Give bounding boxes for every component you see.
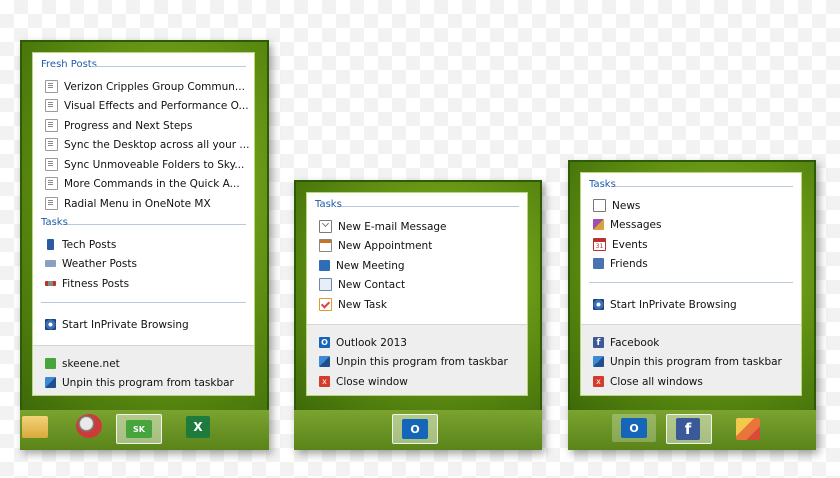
- task-tech-posts[interactable]: Tech Posts: [33, 235, 254, 254]
- taskbar-button-outlook[interactable]: O: [392, 414, 438, 444]
- site-chat-icon: SK: [126, 420, 152, 438]
- section-tasks-label: Tasks: [589, 179, 616, 190]
- divider: [589, 282, 793, 283]
- taskbar-button-facebook[interactable]: f: [666, 414, 712, 444]
- messages-icon: [593, 219, 604, 230]
- site-chat-icon: [45, 358, 56, 369]
- task-checkmark-icon: [319, 298, 332, 311]
- email-icon: [319, 220, 332, 233]
- close-all-windows[interactable]: x Close all windows: [581, 372, 801, 391]
- document-icon: [45, 138, 58, 151]
- document-icon: [45, 119, 58, 132]
- fresh-post-item[interactable]: Sync the Desktop across all your ...: [33, 135, 254, 154]
- section-tasks: Tasks: [307, 199, 527, 210]
- open-facebook[interactable]: f Facebook: [581, 333, 801, 352]
- task-new-email[interactable]: New E-mail Message: [307, 217, 527, 236]
- jumplist-outlook-list: Tasks New E-mail Message New Appointment…: [306, 192, 528, 396]
- internet-explorer-icon: [593, 299, 604, 310]
- task-friends[interactable]: Friends: [581, 254, 801, 273]
- facebook-icon: f: [676, 418, 700, 440]
- file-explorer-icon[interactable]: [22, 416, 48, 438]
- section-tasks-label: Tasks: [41, 217, 68, 228]
- unpin-from-taskbar[interactable]: Unpin this program from taskbar: [307, 352, 527, 371]
- fresh-post-item[interactable]: Verizon Cripples Group Commun...: [33, 77, 254, 96]
- jumplist-outlook: Tasks New E-mail Message New Appointment…: [294, 180, 542, 450]
- close-icon: x: [593, 376, 604, 387]
- section-fresh-posts-label: Fresh Posts: [41, 59, 97, 70]
- section-tasks: Tasks: [33, 217, 254, 228]
- section-tasks: Tasks: [581, 179, 801, 190]
- cloud-icon: [45, 260, 56, 267]
- internet-explorer-icon: [45, 319, 56, 330]
- outlook-icon: O: [402, 419, 428, 439]
- close-icon: x: [319, 376, 330, 387]
- dumbbell-icon: [45, 281, 56, 286]
- taskbar: SK X: [20, 410, 269, 450]
- task-new-contact[interactable]: New Contact: [307, 275, 527, 294]
- task-messages[interactable]: Messages: [581, 215, 801, 234]
- taskbar-button-outlook[interactable]: O: [612, 414, 656, 442]
- news-icon: [593, 199, 606, 212]
- pin-icon: [593, 356, 604, 367]
- fresh-post-item[interactable]: More Commands in the Quick A...: [33, 174, 254, 193]
- fresh-post-item[interactable]: Progress and Next Steps: [33, 116, 254, 135]
- taskbar: O f: [568, 410, 816, 450]
- task-new-task[interactable]: New Task: [307, 295, 527, 314]
- phone-icon: [47, 239, 54, 250]
- jumplist-footer: f Facebook Unpin this program from taskba…: [581, 324, 801, 395]
- jumplist-facebook-list: Tasks News Messages 31 Events Friends Sta…: [580, 172, 802, 396]
- task-fitness-posts[interactable]: Fitness Posts: [33, 274, 254, 293]
- paint-icon[interactable]: [76, 414, 102, 438]
- document-icon: [45, 99, 58, 112]
- fresh-post-item[interactable]: Visual Effects and Performance O...: [33, 96, 254, 115]
- pin-icon: [45, 377, 56, 388]
- jumplist-browser: Fresh Posts Verizon Cripples Group Commu…: [20, 40, 269, 450]
- jumplist-browser-list: Fresh Posts Verizon Cripples Group Commu…: [32, 52, 255, 396]
- document-icon: [45, 158, 58, 171]
- friends-icon: [593, 258, 604, 269]
- task-events[interactable]: 31 Events: [581, 235, 801, 254]
- unpin-from-taskbar[interactable]: Unpin this program from taskbar: [33, 373, 254, 392]
- jumplist-facebook: Tasks News Messages 31 Events Friends Sta…: [568, 160, 816, 450]
- divider: [41, 302, 246, 303]
- calendar-icon: [319, 239, 332, 252]
- open-outlook[interactable]: O Outlook 2013: [307, 333, 527, 352]
- document-icon: [45, 197, 58, 210]
- excel-icon[interactable]: X: [186, 416, 210, 438]
- outlook-icon: O: [319, 337, 330, 348]
- jumplist-footer: skeene.net Unpin this program from taskb…: [33, 345, 254, 395]
- start-inprivate-browsing[interactable]: Start InPrivate Browsing: [581, 295, 801, 314]
- task-new-appointment[interactable]: New Appointment: [307, 236, 527, 255]
- taskbar-button-skeene[interactable]: SK: [116, 414, 162, 444]
- open-skeene-net[interactable]: skeene.net: [33, 354, 254, 373]
- section-tasks-label: Tasks: [315, 199, 342, 210]
- section-fresh-posts: Fresh Posts: [33, 59, 254, 70]
- meeting-icon: [319, 260, 330, 271]
- task-news[interactable]: News: [581, 196, 801, 215]
- outlook-icon: O: [621, 418, 647, 438]
- pin-icon: [319, 356, 330, 367]
- task-weather-posts[interactable]: Weather Posts: [33, 254, 254, 273]
- contact-card-icon: [319, 278, 332, 291]
- document-icon: [45, 177, 58, 190]
- events-calendar-icon: 31: [593, 238, 606, 251]
- fresh-post-item[interactable]: Sync Unmoveable Folders to Sky...: [33, 155, 254, 174]
- task-new-meeting[interactable]: New Meeting: [307, 256, 527, 275]
- jumplist-footer: O Outlook 2013 Unpin this program from ta…: [307, 324, 527, 395]
- facebook-icon: f: [593, 337, 604, 348]
- unpin-from-taskbar[interactable]: Unpin this program from taskbar: [581, 352, 801, 371]
- photo-app-icon[interactable]: [736, 418, 760, 440]
- close-window[interactable]: x Close window: [307, 372, 527, 391]
- start-inprivate-browsing[interactable]: Start InPrivate Browsing: [33, 315, 254, 334]
- taskbar: O: [294, 410, 542, 450]
- fresh-post-item[interactable]: Radial Menu in OneNote MX: [33, 194, 254, 213]
- document-icon: [45, 80, 58, 93]
